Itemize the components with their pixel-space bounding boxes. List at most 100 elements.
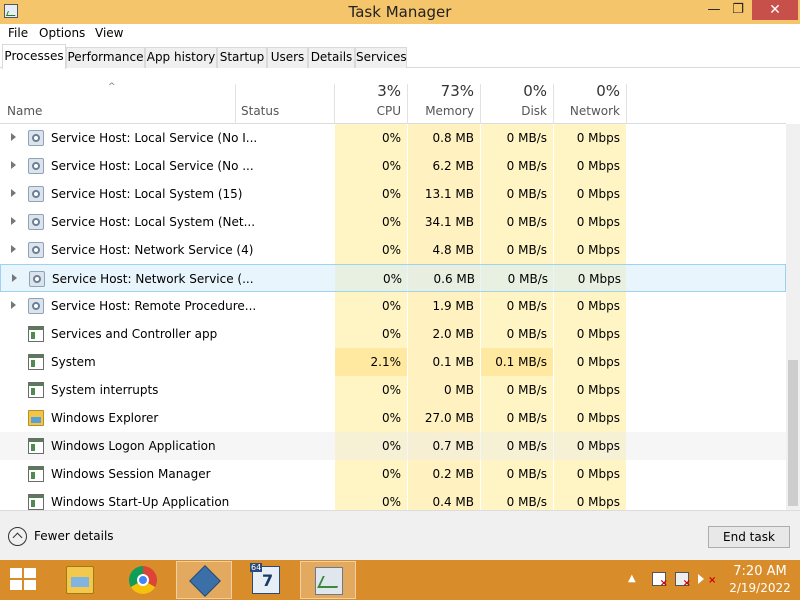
process-row[interactable]: Services and Controller app 0% 2.0 MB 0 MB/… <box>0 320 786 348</box>
tab-performance[interactable]: Performance <box>66 47 145 68</box>
process-name: Windows Session Manager <box>51 467 211 481</box>
footer-bar: Fewer details End task <box>0 510 800 560</box>
process-row[interactable]: Service Host: Network Service (4) 0% 4.8 M… <box>0 236 786 264</box>
gear-icon <box>28 298 44 314</box>
chevron-up-circle-icon[interactable] <box>8 527 27 546</box>
folder-icon <box>28 410 44 426</box>
expand-arrow-icon[interactable] <box>12 274 17 282</box>
virtualbox-icon <box>189 565 221 597</box>
process-memory: 0 MB <box>443 383 474 397</box>
taskbar-file-explorer[interactable] <box>52 561 108 599</box>
process-memory: 34.1 MB <box>424 215 474 229</box>
column-divider[interactable] <box>235 84 236 124</box>
process-disk: 0 MB/s <box>506 243 547 257</box>
window-title: Task Manager <box>348 3 452 21</box>
clock-time[interactable]: 7:20 AM <box>728 564 792 579</box>
gear-icon <box>28 130 44 146</box>
expand-arrow-icon[interactable] <box>11 161 16 169</box>
tab-details[interactable]: Details <box>308 47 355 68</box>
menu-file[interactable]: File <box>8 26 28 40</box>
process-disk: 0 MB/s <box>506 327 547 341</box>
process-name: Service Host: Network Service (4) <box>51 243 254 257</box>
process-memory: 13.1 MB <box>424 187 474 201</box>
process-cpu: 0% <box>381 439 401 453</box>
process-memory: 2.0 MB <box>432 327 474 341</box>
maximize-button[interactable]: ❐ <box>724 0 752 20</box>
tab-app-history[interactable]: App history <box>145 47 217 68</box>
process-memory: 1.9 MB <box>432 299 474 313</box>
memory-total-percent: 73% <box>440 82 474 100</box>
show-hidden-icons-chevron-icon[interactable]: ▲ <box>628 573 636 584</box>
tab-services[interactable]: Services <box>355 47 407 68</box>
scrollbar-thumb[interactable] <box>788 360 798 506</box>
windows-logo-tile <box>24 568 36 578</box>
expand-arrow-icon[interactable] <box>11 245 16 253</box>
app-badge: 64 <box>250 563 263 572</box>
start-button[interactable] <box>10 568 38 592</box>
column-disk[interactable]: Disk <box>481 104 547 118</box>
expand-arrow-icon[interactable] <box>11 189 16 197</box>
process-network: 0 Mbps <box>576 467 620 481</box>
expand-arrow-icon[interactable] <box>11 301 16 309</box>
column-network[interactable]: Network <box>554 104 620 118</box>
process-network: 0 Mbps <box>576 327 620 341</box>
column-name[interactable]: Name <box>7 104 42 118</box>
process-row[interactable]: Service Host: Local Service (No I... 0% 0.… <box>0 124 786 152</box>
process-disk: 0 MB/s <box>506 187 547 201</box>
network-total-percent: 0% <box>596 82 620 100</box>
tab-users[interactable]: Users <box>267 47 308 68</box>
process-disk: 0 MB/s <box>506 467 547 481</box>
vertical-scrollbar[interactable] <box>786 124 800 510</box>
taskbar-chrome[interactable] <box>115 561 171 599</box>
column-divider[interactable] <box>626 84 627 124</box>
action-center-flag-icon[interactable] <box>652 572 668 589</box>
tab-processes[interactable]: Processes <box>2 44 66 69</box>
process-row[interactable]: Windows Logon Application 0% 0.7 MB 0 MB/s 0… <box>0 432 786 460</box>
end-task-button[interactable]: End task <box>708 526 790 548</box>
gear-icon <box>28 158 44 174</box>
process-cpu: 0% <box>381 243 401 257</box>
volume-muted-icon[interactable] <box>698 574 716 586</box>
process-cpu: 0% <box>381 131 401 145</box>
process-network: 0 Mbps <box>576 243 620 257</box>
process-disk: 0 MB/s <box>506 411 547 425</box>
process-row[interactable]: Service Host: Local Service (No ... 0% 6.2… <box>0 152 786 180</box>
network-disconnected-icon[interactable] <box>675 572 691 589</box>
column-status[interactable]: Status <box>241 104 279 118</box>
process-name: System interrupts <box>51 383 159 397</box>
clock-date[interactable]: 2/19/2022 <box>722 581 798 595</box>
expand-arrow-icon[interactable] <box>11 217 16 225</box>
process-network: 0 Mbps <box>576 299 620 313</box>
menu-view[interactable]: View <box>95 26 123 40</box>
expand-arrow-icon[interactable] <box>11 133 16 141</box>
process-row[interactable]: Service Host: Remote Procedure... 0% 1.9 M… <box>0 292 786 320</box>
process-row[interactable]: Windows Start-Up Application 0% 0.4 MB 0 MB… <box>0 488 786 510</box>
column-cpu[interactable]: CPU <box>335 104 401 118</box>
process-network: 0 Mbps <box>576 439 620 453</box>
windows-logo-tile <box>24 580 36 590</box>
tab-startup[interactable]: Startup <box>217 47 267 68</box>
process-row[interactable]: Windows Explorer 0% 27.0 MB 0 MB/s 0 Mbps <box>0 404 786 432</box>
process-cpu: 0% <box>381 327 401 341</box>
process-row[interactable]: System interrupts 0% 0 MB 0 MB/s 0 Mbps <box>0 376 786 404</box>
fewer-details-link[interactable]: Fewer details <box>34 529 114 543</box>
taskbar-virtualbox[interactable] <box>176 561 232 599</box>
title-bar[interactable]: Task Manager — ❐ ✕ <box>0 0 800 24</box>
process-memory: 0.4 MB <box>432 495 474 509</box>
process-row[interactable]: System 2.1% 0.1 MB 0.1 MB/s 0 Mbps <box>0 348 786 376</box>
column-memory[interactable]: Memory <box>408 104 474 118</box>
close-button[interactable]: ✕ <box>752 0 798 20</box>
process-memory: 27.0 MB <box>424 411 474 425</box>
menu-options[interactable]: Options <box>39 26 85 40</box>
process-row[interactable]: Service Host: Network Service (... 0% 0.6 … <box>0 264 786 292</box>
process-cpu: 0% <box>381 467 401 481</box>
process-memory: 0.1 MB <box>432 355 474 369</box>
process-network: 0 Mbps <box>577 272 621 286</box>
process-name: Service Host: Local System (Net... <box>51 215 256 229</box>
process-row[interactable]: Service Host: Local System (15) 0% 13.1 MB… <box>0 180 786 208</box>
process-cpu: 0% <box>381 383 401 397</box>
taskbar-task-manager[interactable] <box>300 561 356 599</box>
process-row[interactable]: Windows Session Manager 0% 0.2 MB 0 MB/s 0 M… <box>0 460 786 488</box>
taskbar-speedtest-7[interactable]: 64 <box>238 561 294 599</box>
process-row[interactable]: Service Host: Local System (Net... 0% 34.1… <box>0 208 786 236</box>
